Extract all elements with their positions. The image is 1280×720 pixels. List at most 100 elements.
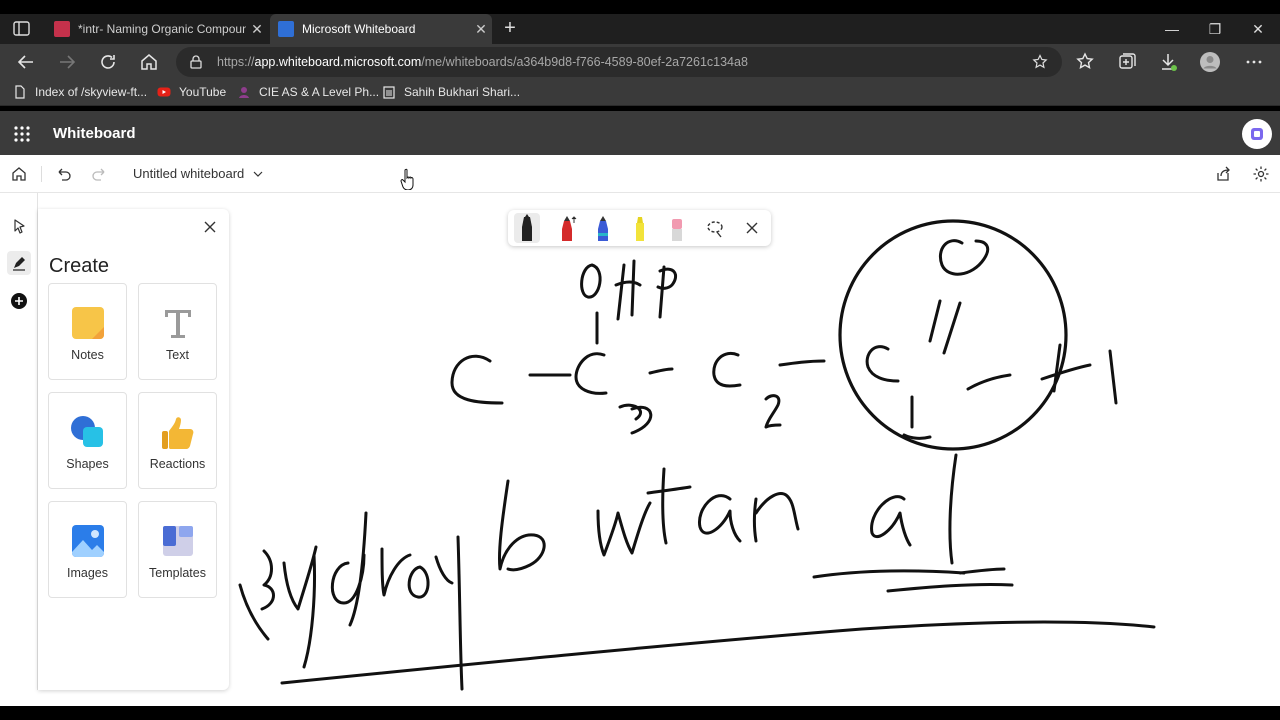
create-images-card[interactable]: Images: [48, 501, 127, 598]
red-pen-button[interactable]: [554, 213, 580, 243]
lock-icon[interactable]: [189, 55, 203, 69]
browser-tab-strip: *intr- Naming Organic Compoun ✕ Microsof…: [0, 14, 1280, 44]
bookmarks-bar: Index of /skyview-ft... YouTube CIE AS &…: [0, 80, 1280, 106]
bookmark-site-icon: [239, 87, 249, 98]
avatar[interactable]: [1242, 119, 1272, 149]
select-tool-button[interactable]: [7, 214, 31, 238]
create-panel: Create Notes Text Shapes Reactions Image…: [38, 209, 229, 690]
card-label: Shapes: [66, 457, 109, 471]
tab-title: Microsoft Whiteboard: [302, 22, 416, 36]
more-options-icon[interactable]: [1243, 51, 1265, 73]
text-icon: [165, 310, 191, 338]
home-icon[interactable]: [138, 51, 160, 73]
forward-icon[interactable]: [56, 51, 78, 73]
plus-icon[interactable]: +: [498, 17, 522, 41]
blue-pen-icon: [598, 216, 608, 241]
create-templates-card[interactable]: Templates: [138, 501, 217, 598]
url-prefix: https://: [217, 55, 255, 69]
favorites-icon[interactable]: [1075, 51, 1097, 73]
tab-title: *intr- Naming Organic Compoun: [78, 22, 246, 36]
whiteboard-command-bar: Untitled whiteboard: [0, 155, 1280, 193]
templates-icon: [163, 526, 193, 556]
left-tool-rail: [0, 193, 38, 690]
yellow-highlighter-button[interactable]: [627, 213, 653, 243]
bookmark-label: Index of /skyview-ft...: [35, 85, 148, 99]
address-bar[interactable]: https://app.whiteboard.microsoft.com/me/…: [176, 47, 1062, 77]
bookmark-label: CIE AS & A Level Ph...: [259, 85, 380, 99]
whiteboard-canvas[interactable]: Create Notes Text Shapes Reactions Image…: [0, 193, 1280, 706]
create-notes-card[interactable]: Notes: [48, 283, 127, 380]
url-text: https://app.whiteboard.microsoft.com/me/…: [217, 55, 748, 69]
image-icon: [72, 525, 104, 557]
card-label: Notes: [71, 348, 104, 362]
shapes-icon: [71, 416, 103, 447]
app-launcher-icon[interactable]: [13, 125, 31, 143]
url-path: /me/whiteboards/a364b9d8-f766-4589-80ef-…: [421, 55, 748, 69]
red-pen-icon: [562, 216, 577, 241]
bookmark-item[interactable]: YouTube: [157, 85, 226, 99]
account-logo-icon: [1251, 128, 1263, 140]
inking-tool-button[interactable]: [7, 251, 31, 275]
divider: [41, 166, 42, 182]
pointer-icon: [14, 219, 25, 234]
restore-icon[interactable]: ❐: [1195, 18, 1235, 40]
settings-gear-icon[interactable]: [1252, 165, 1270, 183]
url-host: app.whiteboard.microsoft.com: [254, 55, 422, 69]
redo-icon[interactable]: [91, 165, 109, 183]
share-icon[interactable]: [1214, 165, 1232, 183]
browser-toolbar: https://app.whiteboard.microsoft.com/me/…: [0, 44, 1280, 80]
browser-tab-whiteboard[interactable]: Microsoft Whiteboard ✕: [270, 14, 492, 44]
browser-tab-pdf[interactable]: *intr- Naming Organic Compoun ✕: [46, 14, 268, 44]
bookmark-item[interactable]: CIE AS & A Level Ph...: [237, 85, 379, 99]
card-label: Templates: [149, 566, 206, 580]
bookmark-item[interactable]: Index of /skyview-ft...: [13, 85, 147, 99]
whiteboard-name: Untitled whiteboard: [133, 166, 245, 181]
building-icon: [383, 86, 395, 99]
refresh-icon[interactable]: [97, 51, 119, 73]
home-icon[interactable]: [10, 165, 28, 183]
notes-icon: [72, 307, 104, 339]
undo-icon[interactable]: [54, 165, 72, 183]
create-shapes-card[interactable]: Shapes: [48, 392, 127, 489]
file-icon: [15, 85, 25, 99]
add-circle-icon: [11, 293, 27, 309]
card-label: Reactions: [149, 457, 206, 471]
close-tab-icon[interactable]: ✕: [470, 21, 492, 38]
bookmark-item[interactable]: Sahih Bukhari Shari...: [382, 85, 520, 99]
tab-actions-icon[interactable]: [12, 20, 32, 38]
bookmark-label: YouTube: [179, 85, 227, 99]
profile-icon[interactable]: [1199, 51, 1221, 73]
whiteboard-icon: [278, 21, 294, 37]
panel-title: Create: [49, 255, 110, 277]
create-button[interactable]: [7, 289, 31, 313]
blue-pen-button[interactable]: [590, 213, 616, 243]
lasso-icon: [707, 221, 723, 238]
chevron-down-icon: [253, 171, 263, 177]
black-pen-icon: [522, 214, 532, 241]
close-icon[interactable]: ✕: [1238, 18, 1278, 40]
close-icon[interactable]: [745, 221, 759, 235]
eraser-button[interactable]: [664, 213, 690, 243]
bookmark-label: Sahih Bukhari Shari...: [404, 85, 521, 99]
create-reactions-card[interactable]: Reactions: [138, 392, 217, 489]
lasso-select-button[interactable]: [702, 213, 728, 243]
pdf-icon: [54, 21, 70, 37]
youtube-icon: [157, 87, 171, 97]
close-icon[interactable]: [202, 219, 218, 235]
collections-icon[interactable]: [1116, 51, 1138, 73]
black-pen-button[interactable]: [514, 213, 540, 243]
screen-bottom-edge: [0, 706, 1280, 720]
thumbs-up-icon: [162, 417, 194, 449]
screen: *intr- Naming Organic Compoun ✕ Microsof…: [0, 0, 1280, 720]
pen-icon: [13, 257, 25, 271]
app-title: Whiteboard: [53, 125, 136, 142]
minimize-icon[interactable]: —: [1152, 18, 1192, 40]
highlighter-icon: [636, 217, 644, 241]
create-text-card[interactable]: Text: [138, 283, 217, 380]
whiteboard-name-dropdown[interactable]: Untitled whiteboard: [133, 166, 264, 181]
downloads-icon[interactable]: [1158, 51, 1180, 73]
add-favorite-icon[interactable]: [1032, 54, 1048, 70]
card-label: Text: [166, 348, 189, 362]
close-tab-icon[interactable]: ✕: [246, 21, 268, 38]
back-icon[interactable]: [15, 51, 37, 73]
